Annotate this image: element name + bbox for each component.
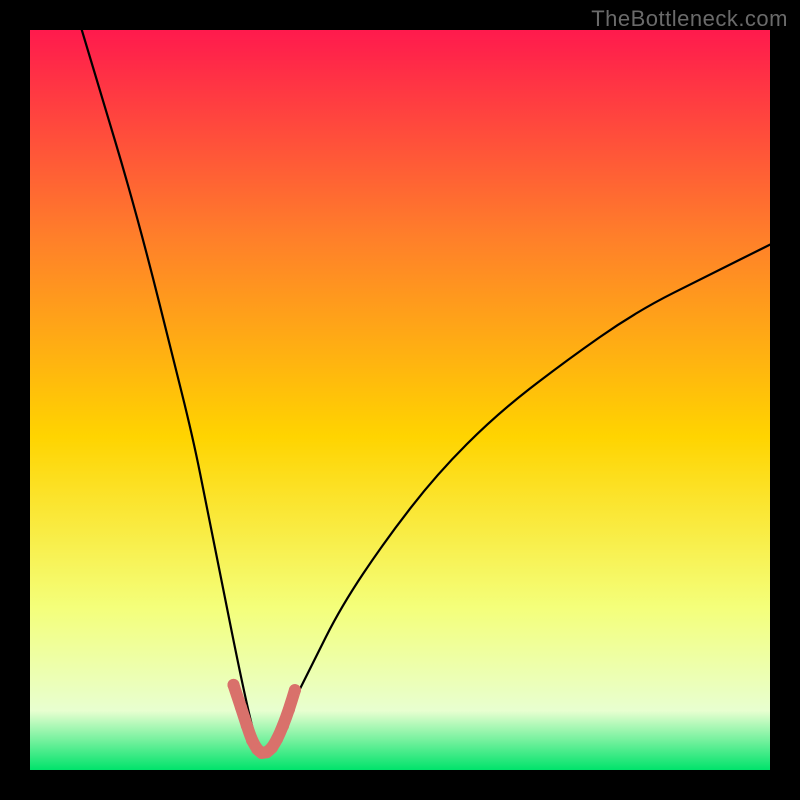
plot-area [30, 30, 770, 770]
highlight-dot [228, 679, 240, 691]
highlight-dot [241, 720, 253, 732]
watermark-text: TheBottleneck.com [591, 6, 788, 32]
highlight-dot [235, 701, 247, 713]
highlight-dot [271, 733, 283, 745]
highlight-dot [283, 703, 295, 715]
chart-frame: TheBottleneck.com [0, 0, 800, 800]
highlight-dot [289, 684, 301, 696]
gradient-background [30, 30, 770, 770]
chart-svg [30, 30, 770, 770]
highlight-dot [277, 720, 289, 732]
